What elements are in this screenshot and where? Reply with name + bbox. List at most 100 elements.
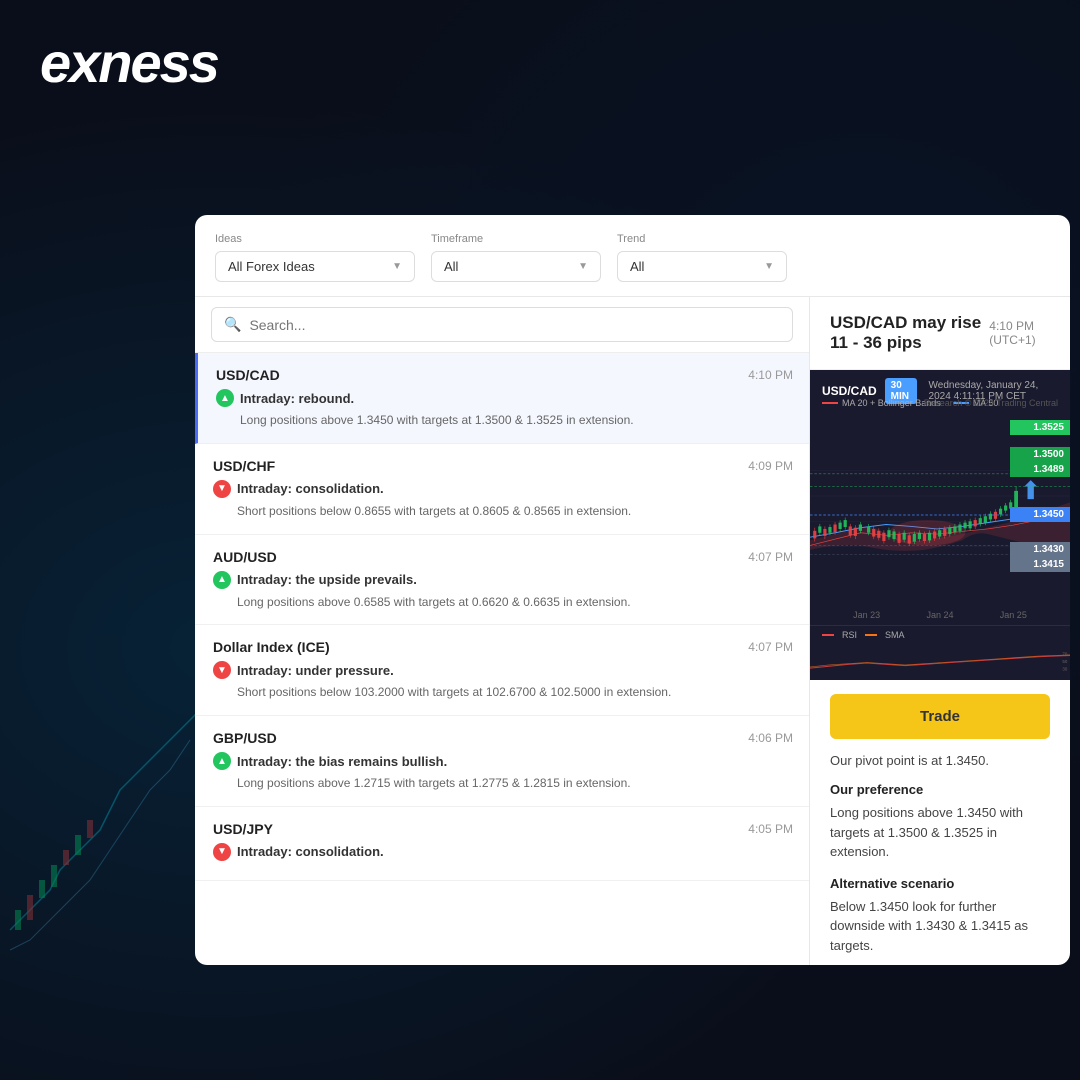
item-desc: Short positions below 0.8655 with target…	[213, 503, 793, 520]
preference-title: Our preference	[830, 782, 1050, 797]
timeframe-value: All	[444, 259, 458, 274]
pivot-line: Our pivot point is at 1.3450.	[830, 753, 1050, 768]
price-label: 1.3430	[1010, 542, 1070, 557]
item-desc: Short positions below 103.2000 with targ…	[213, 684, 793, 701]
svg-text:70: 70	[1062, 651, 1067, 656]
list-item[interactable]: Dollar Index (ICE) 4:07 PM ▼ Intraday: u…	[195, 625, 809, 716]
detail-title: USD/CAD may rise 11 - 36 pips	[830, 313, 989, 353]
list-item-header: AUD/USD 4:07 PM	[213, 549, 793, 565]
signal-dot-down: ▼	[213, 843, 231, 861]
ideas-select[interactable]: All Forex Ideas ▼	[215, 251, 415, 282]
item-time: 4:07 PM	[748, 550, 793, 564]
svg-text:50: 50	[1062, 659, 1067, 664]
list-item[interactable]: USD/CAD 4:10 PM ▲ Intraday: rebound. Lon…	[195, 353, 809, 444]
rsi-line	[822, 634, 834, 636]
price-label: 1.3525	[1010, 420, 1070, 435]
timeframe-select[interactable]: All ▼	[431, 251, 601, 282]
background-chart-decoration	[0, 650, 200, 1000]
chevron-down-icon-2: ▼	[578, 261, 588, 272]
item-time: 4:05 PM	[748, 822, 793, 836]
signal-dot-up: ▲	[213, 571, 231, 589]
ma-bollinger-line	[822, 402, 838, 404]
preference-content: Long positions above 1.3450 with targets…	[830, 803, 1050, 862]
detail-time: 4:10 PM (UTC+1)	[989, 319, 1050, 347]
signal-dot-down: ▼	[213, 661, 231, 679]
signal-dot-up: ▲	[213, 752, 231, 770]
item-signal: ▼ Intraday: consolidation.	[213, 843, 793, 861]
list-item-header: USD/CHF 4:09 PM	[213, 458, 793, 474]
signal-dot-down: ▼	[213, 480, 231, 498]
signal-text: Intraday: rebound.	[240, 391, 354, 406]
price-label: 1.3500	[1010, 447, 1070, 462]
pair-name: GBP/USD	[213, 730, 277, 746]
item-signal: ▲ Intraday: the bias remains bullish.	[213, 752, 793, 770]
trend-select[interactable]: All ▼	[617, 251, 787, 282]
x-axis: Jan 23 Jan 24 Jan 25	[810, 610, 1070, 620]
item-signal: ▲ Intraday: rebound.	[216, 389, 793, 407]
timeframe-label: Timeframe	[431, 233, 601, 245]
list-item-header: GBP/USD 4:06 PM	[213, 730, 793, 746]
signal-text: Intraday: consolidation.	[237, 481, 384, 496]
search-icon: 🔍	[224, 316, 241, 333]
pair-name: USD/CHF	[213, 458, 275, 474]
x-label: Jan 23	[853, 610, 880, 620]
item-time: 4:06 PM	[748, 731, 793, 745]
right-detail: USD/CAD may rise 11 - 36 pips 4:10 PM (U…	[810, 297, 1070, 965]
price-label: 1.3489	[1010, 462, 1070, 477]
svg-text:30: 30	[1062, 667, 1067, 672]
signal-text: Intraday: the bias remains bullish.	[237, 754, 447, 769]
signal-text: Intraday: under pressure.	[237, 663, 394, 678]
left-list: 🔍 USD/CAD 4:10 PM ▲ Intraday: rebound.	[195, 297, 810, 965]
price-label: 1.3450	[1010, 507, 1070, 522]
signal-dot-up: ▲	[216, 389, 234, 407]
chart-pair: USD/CAD	[822, 384, 877, 398]
rsi-chart: 70 50 30	[810, 644, 1070, 679]
pair-name: AUD/USD	[213, 549, 277, 565]
search-bar: 🔍	[195, 297, 809, 353]
list-item-header: USD/JPY 4:05 PM	[213, 821, 793, 837]
search-input-wrap[interactable]: 🔍	[211, 307, 793, 342]
item-signal: ▼ Intraday: consolidation.	[213, 480, 793, 498]
list-items: USD/CAD 4:10 PM ▲ Intraday: rebound. Lon…	[195, 353, 809, 965]
alternative-title: Alternative scenario	[830, 876, 1050, 891]
rsi-area: RSI SMA 70 50 30	[810, 625, 1070, 680]
rsi-legend: RSI SMA	[810, 626, 1070, 644]
detail-header: USD/CAD may rise 11 - 36 pips 4:10 PM (U…	[810, 297, 1070, 370]
item-signal: ▲ Intraday: the upside prevails.	[213, 571, 793, 589]
item-desc: Long positions above 1.2715 with targets…	[213, 775, 793, 792]
list-item-header: Dollar Index (ICE) 4:07 PM	[213, 639, 793, 655]
content-area: 🔍 USD/CAD 4:10 PM ▲ Intraday: rebound.	[195, 297, 1070, 965]
item-time: 4:09 PM	[748, 459, 793, 473]
trend-filter-group: Trend All ▼	[617, 233, 787, 282]
logo: exness	[40, 30, 218, 95]
item-desc: Long positions above 0.6585 with targets…	[213, 594, 793, 611]
pair-name: USD/CAD	[216, 367, 280, 383]
rsi-label: RSI	[842, 630, 857, 640]
trade-button[interactable]: Trade	[830, 694, 1050, 739]
main-panel: Ideas All Forex Ideas ▼ Timeframe All ▼ …	[195, 215, 1070, 965]
pair-name: USD/JPY	[213, 821, 273, 837]
sma-line	[865, 634, 877, 636]
item-time: 4:07 PM	[748, 640, 793, 654]
list-item[interactable]: GBP/USD 4:06 PM ▲ Intraday: the bias rem…	[195, 716, 809, 807]
ideas-value: All Forex Ideas	[228, 259, 315, 274]
x-label: Jan 25	[1000, 610, 1027, 620]
item-signal: ▼ Intraday: under pressure.	[213, 661, 793, 679]
signal-text: Intraday: consolidation.	[237, 844, 384, 859]
pair-name: Dollar Index (ICE)	[213, 639, 330, 655]
price-label: 1.3415	[1010, 557, 1070, 572]
sma-label: SMA	[885, 630, 905, 640]
signal-text: Intraday: the upside prevails.	[237, 572, 417, 587]
trend-value: All	[630, 259, 644, 274]
ideas-filter-group: Ideas All Forex Ideas ▼	[215, 233, 415, 282]
ideas-label: Ideas	[215, 233, 415, 245]
search-input[interactable]	[249, 317, 780, 333]
timeframe-filter-group: Timeframe All ▼	[431, 233, 601, 282]
item-time: 4:10 PM	[748, 368, 793, 382]
list-item[interactable]: USD/JPY 4:05 PM ▼ Intraday: consolidatio…	[195, 807, 809, 881]
chart-watermark: Research © 2024 Trading Central	[924, 398, 1058, 408]
list-item[interactable]: AUD/USD 4:07 PM ▲ Intraday: the upside p…	[195, 535, 809, 626]
detail-text: Our pivot point is at 1.3450. Our prefer…	[810, 753, 1070, 965]
list-item[interactable]: USD/CHF 4:09 PM ▼ Intraday: consolidatio…	[195, 444, 809, 535]
x-label: Jan 24	[926, 610, 953, 620]
